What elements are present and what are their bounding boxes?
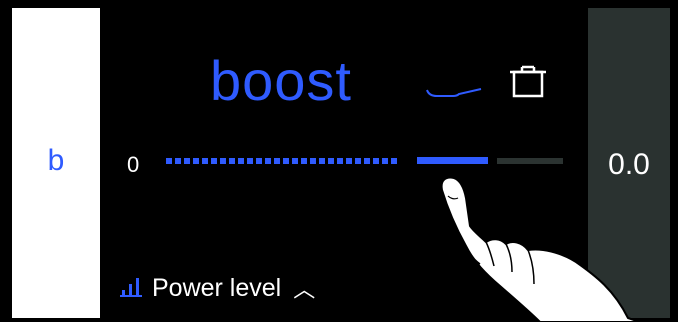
slider-segment: [274, 158, 280, 164]
slider-segment: [319, 158, 325, 164]
slider-segment: [328, 158, 334, 164]
slider-min-label: 0: [127, 152, 140, 177]
slider-segment: [301, 158, 307, 164]
slider-segment: [364, 158, 370, 164]
slider-segment: [220, 158, 226, 164]
slider-remaining-track: [497, 158, 563, 164]
boost-title: boost: [210, 49, 352, 112]
slider-active-segment[interactable]: [417, 157, 488, 164]
slider-segment: [238, 158, 244, 164]
power-level-label: Power level: [152, 273, 282, 302]
zone-letter: b: [47, 144, 65, 177]
slider-segment: [256, 158, 262, 164]
slider-segment: [175, 158, 181, 164]
slider-segment: [310, 158, 316, 164]
slider-segment: [382, 158, 388, 164]
power-slider[interactable]: [166, 157, 566, 168]
slider-segment: [292, 158, 298, 164]
slider-segment: [346, 158, 352, 164]
slider-segment: [211, 158, 217, 164]
slider-segment: [355, 158, 361, 164]
slider-segment: [229, 158, 235, 164]
slider-segment: [265, 158, 271, 164]
slider-segment: [202, 158, 208, 164]
power-level-footer[interactable]: Power level ︿: [118, 272, 315, 304]
slider-segment: [283, 158, 289, 164]
slider-segment: [373, 158, 379, 164]
chevron-up-icon[interactable]: ︿: [293, 272, 315, 304]
slider-segment: [184, 158, 190, 164]
left-zone-panel[interactable]: b: [12, 8, 100, 318]
slider-segment: [247, 158, 253, 164]
bars-icon: [118, 274, 144, 303]
slider-segment: [337, 158, 343, 164]
pan-icon[interactable]: [425, 82, 485, 109]
slider-segment: [391, 158, 397, 164]
pot-icon[interactable]: [506, 62, 550, 105]
finger-pointer-icon: [430, 170, 641, 327]
slider-segment: [166, 158, 172, 164]
slider-segment: [193, 158, 199, 164]
